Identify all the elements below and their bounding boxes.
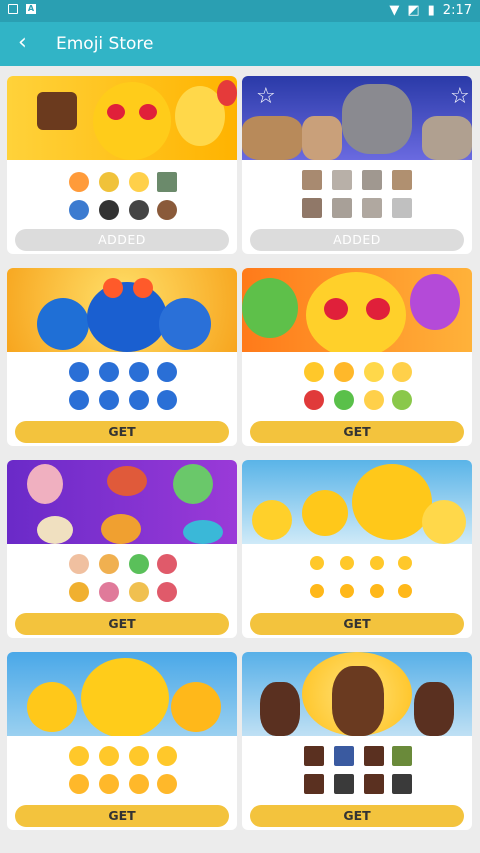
pack-banner-image xyxy=(242,460,472,544)
wifi-icon: ▼ xyxy=(389,3,400,18)
get-button[interactable]: GET xyxy=(250,421,464,443)
pack-preview-thumbs xyxy=(7,548,237,608)
battery-icon: ▮ xyxy=(427,3,435,18)
back-arrow-icon[interactable]: ‹ xyxy=(18,32,38,54)
pack-banner-image xyxy=(7,268,237,352)
pack-card[interactable]: GET xyxy=(242,268,472,446)
a-notification-icon: A xyxy=(26,4,36,14)
pack-preview-thumbs xyxy=(242,356,472,416)
pack-banner-image: ☆ ☆ xyxy=(242,76,472,160)
sim-icon: ◩ xyxy=(407,3,420,18)
pack-preview-thumbs xyxy=(7,164,237,224)
added-button[interactable]: ADDED xyxy=(250,229,464,251)
app-bar: ‹ Emoji Store xyxy=(0,22,480,66)
pack-card[interactable]: GET xyxy=(7,460,237,638)
pack-preview-thumbs xyxy=(242,548,472,608)
pack-banner-image xyxy=(242,652,472,736)
get-button[interactable]: GET xyxy=(250,805,464,827)
page-title: Emoji Store xyxy=(56,34,154,54)
pack-card[interactable]: GET xyxy=(7,268,237,446)
pack-preview-thumbs xyxy=(242,740,472,800)
status-time: 2:17 xyxy=(442,3,472,18)
get-button[interactable]: GET xyxy=(15,421,229,443)
get-button[interactable]: GET xyxy=(250,613,464,635)
pack-preview-thumbs xyxy=(7,356,237,416)
pack-preview-thumbs xyxy=(7,740,237,800)
pack-card[interactable]: GET xyxy=(242,652,472,830)
get-button[interactable]: GET xyxy=(15,613,229,635)
pack-preview-thumbs xyxy=(242,164,472,224)
pack-banner-image xyxy=(242,268,472,352)
pack-banner-image xyxy=(7,76,237,160)
pack-card[interactable]: ADDED xyxy=(7,76,237,254)
pack-card[interactable]: GET xyxy=(242,460,472,638)
gallery-icon xyxy=(8,4,18,14)
pack-banner-image xyxy=(7,460,237,544)
pack-card[interactable]: ☆ ☆ ADDED xyxy=(242,76,472,254)
status-bar: A ▼ ◩ ▮ 2:17 xyxy=(0,0,480,22)
get-button[interactable]: GET xyxy=(15,805,229,827)
pack-card[interactable]: GET xyxy=(7,652,237,830)
next-row-peek xyxy=(0,843,480,853)
added-button[interactable]: ADDED xyxy=(15,229,229,251)
pack-banner-image xyxy=(7,652,237,736)
